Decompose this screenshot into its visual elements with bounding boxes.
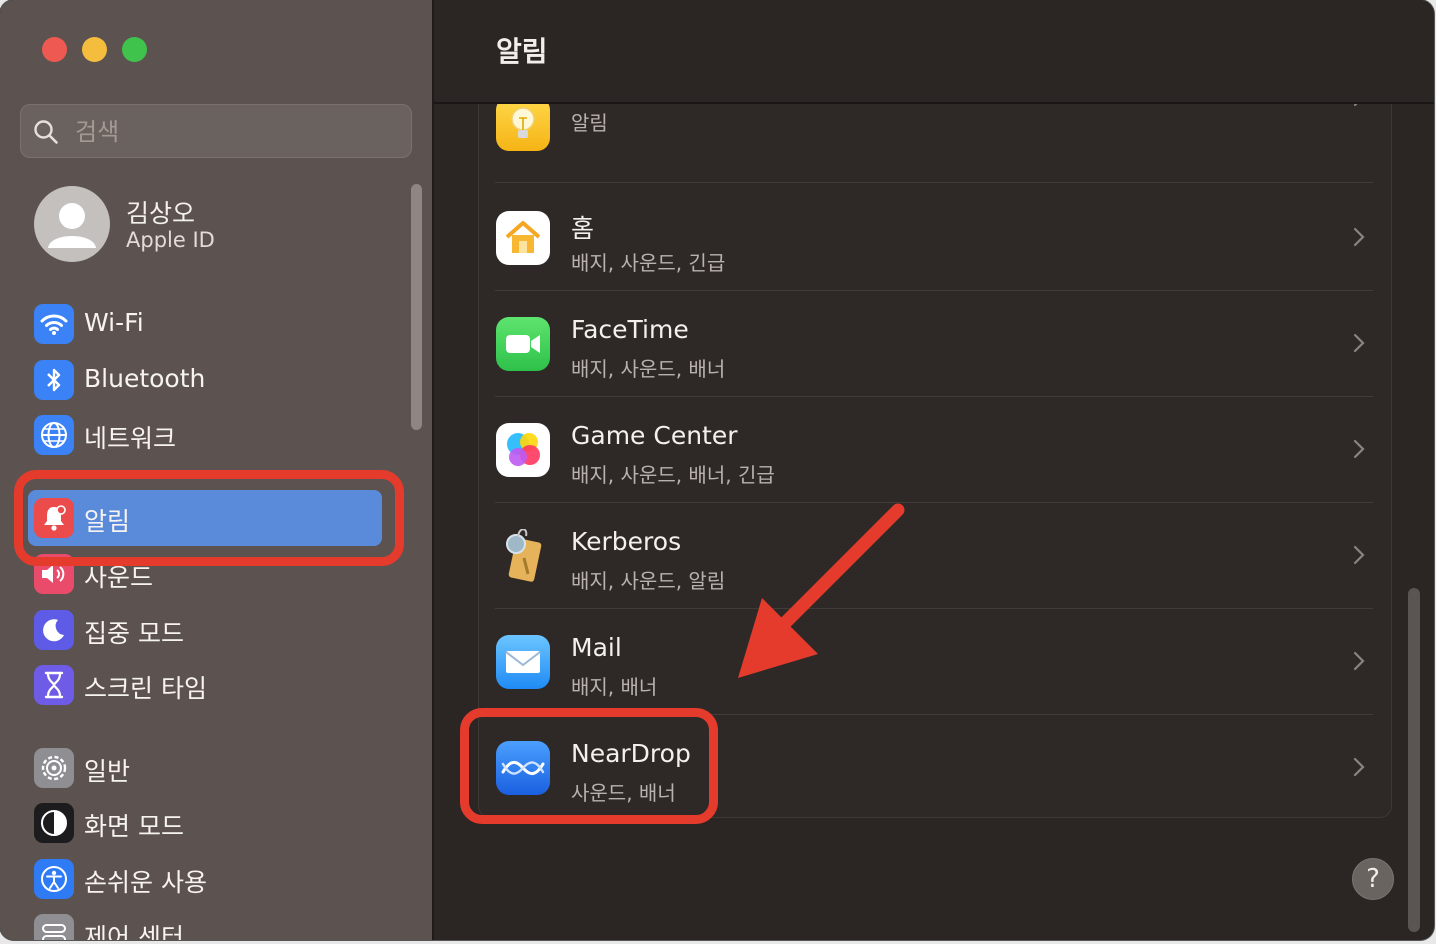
profile-name: 김상오 [126,199,196,228]
sidebar-item-accessibility[interactable]: 손쉬운 사용 [34,857,384,901]
chevron-right-icon [1353,333,1365,353]
game-center-icon [496,423,550,477]
chevron-right-icon [1353,439,1365,459]
kerberos-icon [496,529,550,583]
sidebar-item-control-center[interactable]: 제어 센터 [34,912,384,940]
sidebar-item-wifi[interactable]: Wi-Fi [34,302,384,346]
main-scrollbar[interactable] [1408,588,1420,932]
sidebar-item-appearance[interactable]: 화면 모드 [34,801,384,845]
chevron-right-icon [1353,227,1365,247]
traffic-lights [42,37,147,62]
sidebar-item-screen-time[interactable]: 스크린 타임 [34,663,384,707]
mail-icon [496,635,550,689]
list-item-home[interactable]: 홈 배지, 사운드, 긴급 [479,185,1391,291]
sidebar-item-label: 화면 모드 [84,812,184,841]
sidebar-item-general[interactable]: 일반 [34,746,384,790]
lightbulb-icon [496,97,550,151]
bluetooth-icon [34,360,74,400]
app-notification-detail: 배지, 사운드, 알림 [571,569,726,593]
moon-icon [34,610,74,650]
profile-subtitle: Apple ID [126,228,215,252]
search-input[interactable] [73,105,397,159]
gear-icon [34,748,74,788]
app-name: Game Center [571,421,738,450]
sidebar-item-label: 스크린 타임 [84,674,207,703]
globe-icon [34,415,74,455]
sidebar-item-label: Bluetooth [84,364,206,393]
list-item-game-center[interactable]: Game Center 배지, 사운드, 배너, 긴급 [479,397,1391,503]
close-button[interactable] [42,37,67,62]
app-notification-detail: 알림 [571,111,608,135]
sidebar-item-label: 일반 [84,757,131,786]
divider [495,182,1373,183]
hourglass-icon [34,665,74,705]
sidebar-item-label: Wi-Fi [84,308,144,337]
minimize-button[interactable] [82,37,107,62]
app-name: 홈 [571,214,595,243]
wifi-icon [34,304,74,344]
app-notification-detail: 배지, 사운드, 배너 [571,357,726,381]
app-notification-detail: 배지, 배너 [571,675,658,699]
sidebar-item-label: 네트워크 [84,424,177,453]
app-name: Mail [571,633,622,662]
person-icon [48,203,96,248]
home-icon [496,211,550,265]
page-title: 알림 [496,35,548,68]
sidebar-item-label: 집중 모드 [84,619,184,648]
chevron-right-icon [1353,757,1365,777]
app-name: FaceTime [571,315,689,344]
control-center-icon [34,914,74,940]
chevron-right-icon [1353,545,1365,565]
sidebar-item-focus[interactable]: 집중 모드 [34,608,384,652]
sidebar-item-network[interactable]: 네트워크 [34,413,384,457]
facetime-icon [496,317,550,371]
annotation-highlight-notifications [14,470,404,566]
system-settings-window: 김상오 Apple ID Wi-Fi Blueto [0,0,1434,940]
app-notification-list: 팁 알림 홈 배지, 사운드, 긴급 [478,70,1392,818]
zoom-button[interactable] [122,37,147,62]
avatar [34,186,110,262]
app-notification-detail: 배지, 사운드, 배너, 긴급 [571,463,775,487]
apple-id-profile[interactable]: 김상오 Apple ID [34,186,394,262]
sidebar-scrollbar[interactable] [411,184,422,430]
annotation-highlight-neardrop [460,708,718,824]
list-item-mail[interactable]: Mail 배지, 배너 [479,609,1391,715]
search-icon [34,120,58,144]
search-field[interactable] [20,104,412,159]
list-item-kerberos[interactable]: Kerberos 배지, 사운드, 알림 [479,503,1391,609]
sidebar-item-bluetooth[interactable]: Bluetooth [34,358,384,402]
accessibility-icon [34,859,74,899]
sidebar-item-label: 제어 센터 [84,923,184,940]
app-name: Kerberos [571,527,682,556]
list-item-facetime[interactable]: FaceTime 배지, 사운드, 배너 [479,291,1391,397]
appearance-icon [34,803,74,843]
app-notification-detail: 배지, 사운드, 긴급 [571,251,726,275]
sidebar-item-label: 손쉬운 사용 [84,868,207,897]
main-header: 알림 [434,0,1434,104]
help-button[interactable]: ? [1352,858,1394,900]
chevron-right-icon [1353,651,1365,671]
annotation-arrow-icon [738,503,905,678]
